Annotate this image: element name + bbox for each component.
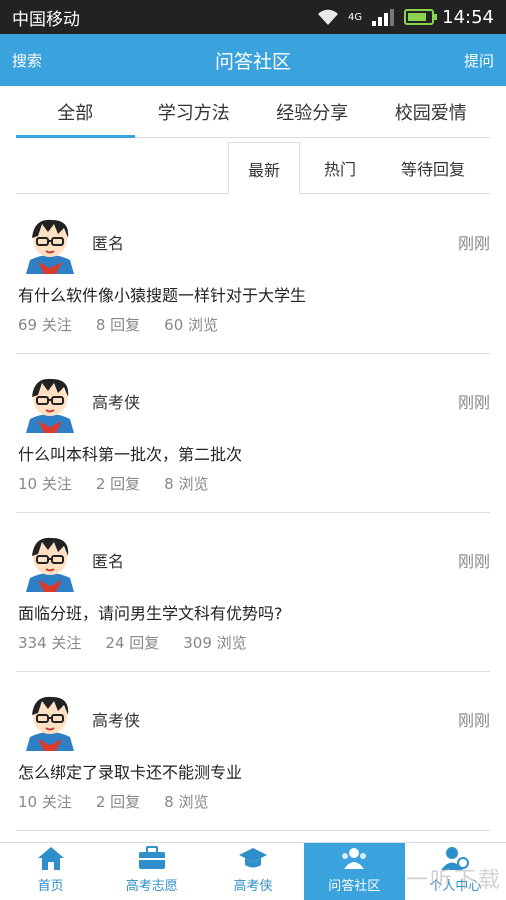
tab-campus-love[interactable]: 校园爱情 <box>372 86 491 137</box>
tab-latest[interactable]: 最新 <box>228 142 300 195</box>
ask-question-button[interactable]: 提问 <box>464 50 494 71</box>
view-count: 8 浏览 <box>164 793 209 811</box>
list-item[interactable]: 匿名 刚刚 面临分班，请问男生学文科有优势吗? 334 关注 24 回复 309… <box>16 526 490 672</box>
nav-college-choices-label: 高考志愿 <box>125 879 178 894</box>
post-stats: 334 关注 24 回复 309 浏览 <box>18 632 247 653</box>
tab-experience-sharing[interactable]: 经验分享 <box>253 86 372 137</box>
community-icon <box>342 848 367 869</box>
nav-gaokao-xia[interactable]: 高考侠 <box>202 843 303 900</box>
reply-count: 8 回复 <box>95 316 141 334</box>
reply-count: 2 回复 <box>95 793 141 811</box>
avatar <box>26 696 74 751</box>
search-button[interactable]: 搜索 <box>12 50 42 71</box>
view-count: 60 浏览 <box>164 316 219 334</box>
list-item[interactable]: 高考侠 刚刚 什么叫本科第一批次，第二批次 10 关注 2 回复 8 浏览 <box>16 367 490 513</box>
home-icon <box>37 847 64 870</box>
nav-college-choices[interactable]: 高考志愿 <box>101 843 202 900</box>
post-time: 刚刚 <box>457 711 490 730</box>
post-question[interactable]: 面临分班，请问男生学文科有优势吗? <box>18 600 283 624</box>
post-author[interactable]: 匿名 <box>92 230 124 254</box>
post-question[interactable]: 怎么绑定了录取卡还不能测专业 <box>18 759 242 783</box>
status-icons: 4G 14:54 <box>316 7 494 28</box>
follow-count: 334 关注 <box>18 634 82 652</box>
nav-gaokao-xia-label: 高考侠 <box>233 879 273 894</box>
reply-count: 2 回复 <box>95 475 141 493</box>
category-tabs: 全部 学习方法 经验分享 校园爱情 <box>16 86 490 138</box>
battery-icon <box>404 9 438 25</box>
nav-qa-community[interactable]: 问答社区 <box>303 843 405 900</box>
briefcase-icon <box>138 846 165 869</box>
avatar <box>26 378 74 433</box>
tab-awaiting-reply[interactable]: 等待回复 <box>386 142 480 194</box>
nav-qa-community-label: 问答社区 <box>328 879 381 894</box>
post-time: 刚刚 <box>457 393 490 412</box>
list-item[interactable]: 匿名 刚刚 有什么软件像小猿搜题一样针对于大学生 69 关注 8 回复 60 浏… <box>16 208 490 354</box>
post-stats: 69 关注 8 回复 60 浏览 <box>18 314 218 335</box>
watermark: 一听下载 <box>405 868 502 893</box>
post-stats: 10 关注 2 回复 8 浏览 <box>18 473 208 494</box>
avatar <box>26 537 74 592</box>
follow-count: 69 关注 <box>18 316 72 334</box>
graduation-cap-icon <box>239 848 267 868</box>
post-author[interactable]: 匿名 <box>92 548 124 572</box>
nav-home-label: 首页 <box>37 879 64 894</box>
clock: 14:54 <box>442 6 494 28</box>
app-header: 搜索 问答社区 提问 <box>0 34 506 86</box>
tab-hot[interactable]: 热门 <box>304 142 376 194</box>
wifi-icon <box>318 9 338 25</box>
list-item[interactable]: 高考侠 刚刚 怎么绑定了录取卡还不能测专业 10 关注 2 回复 8 浏览 <box>16 685 490 831</box>
tab-study-methods[interactable]: 学习方法 <box>135 86 254 137</box>
follow-count: 10 关注 <box>18 475 72 493</box>
post-question[interactable]: 有什么软件像小猿搜题一样针对于大学生 <box>18 282 306 306</box>
tab-all[interactable]: 全部 <box>16 86 135 138</box>
status-bar: 中国移动 4G 14:54 <box>0 0 506 34</box>
follow-count: 10 关注 <box>18 793 72 811</box>
avatar <box>26 219 74 274</box>
carrier-name: 中国移动 <box>12 9 80 30</box>
post-time: 刚刚 <box>457 234 490 253</box>
view-count: 309 浏览 <box>183 634 247 652</box>
nav-home[interactable]: 首页 <box>0 843 101 900</box>
post-author[interactable]: 高考侠 <box>92 707 140 731</box>
reply-count: 24 回复 <box>105 634 160 652</box>
post-author[interactable]: 高考侠 <box>92 389 140 413</box>
signal-icon <box>372 9 395 26</box>
post-question[interactable]: 什么叫本科第一批次，第二批次 <box>18 441 242 465</box>
post-time: 刚刚 <box>457 552 490 571</box>
view-count: 8 浏览 <box>164 475 209 493</box>
network-type: 4G <box>348 11 363 23</box>
page-title: 问答社区 <box>214 50 291 73</box>
post-stats: 10 关注 2 回复 8 浏览 <box>18 791 208 812</box>
sort-tabs: 最新 热门 等待回复 <box>16 142 490 195</box>
